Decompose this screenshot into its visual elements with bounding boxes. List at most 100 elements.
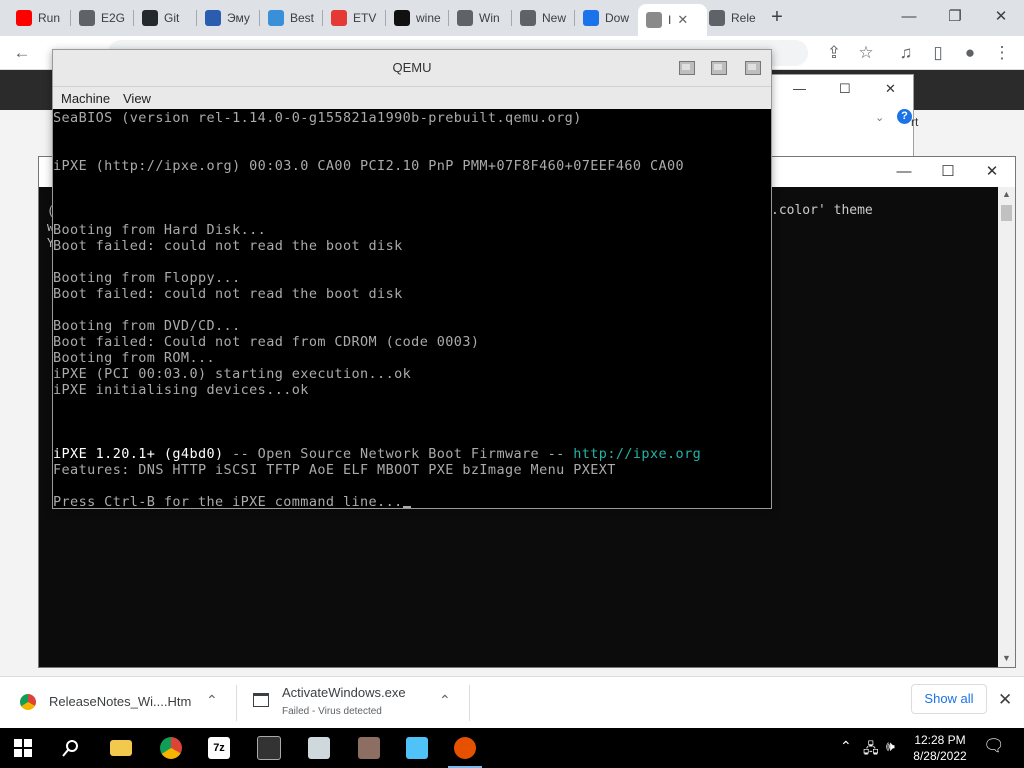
qemu-window[interactable]: QEMU Machine View SeaBIOS (version rel-1… <box>52 49 772 509</box>
browser-menu-icon[interactable]: ⋮ <box>990 41 1014 65</box>
chevron-down-icon[interactable]: ⌄ <box>875 111 884 124</box>
console-line: Boot failed: could not read the boot dis… <box>53 238 403 254</box>
profile-icon[interactable]: ● <box>958 41 982 65</box>
tab-separator <box>133 10 134 26</box>
browser-minimize-button[interactable]: — <box>886 4 932 30</box>
browser-tab[interactable]: I ✕ <box>638 4 707 36</box>
tab-label: Run <box>38 11 61 25</box>
qemu-menubar: Machine View <box>53 87 771 109</box>
download-icon <box>583 10 599 26</box>
ipxe-banner: iPXE 1.20.1+ (g4bd0) -- Open Source Netw… <box>53 446 701 462</box>
download-item[interactable]: ReleaseNotes_Wi....Htm ⌃ <box>0 677 236 729</box>
console-line: iPXE (PCI 00:03.0) starting execution...… <box>53 366 412 382</box>
tab-label: wine <box>416 11 441 25</box>
console-line: iPXE initialising devices...ok <box>53 382 309 398</box>
browser-tab[interactable]: Git <box>134 4 203 32</box>
show-all-button[interactable]: Show all <box>911 684 987 714</box>
scroll-up-icon[interactable]: ▲ <box>998 189 1015 199</box>
tab-label: Эму <box>227 11 250 25</box>
network-status-icon[interactable]: 🖧 <box>863 738 879 762</box>
terminal-minimize-button[interactable]: — <box>881 159 927 185</box>
scroll-down-icon[interactable]: ▼ <box>998 653 1015 663</box>
browser-tab[interactable]: Best <box>260 4 329 32</box>
tab-separator <box>385 10 386 26</box>
download-filename: ActivateWindows.exe <box>282 685 406 700</box>
chrome-icon <box>20 694 36 710</box>
browser-tab[interactable]: E2G <box>71 4 140 32</box>
volume-icon[interactable]: 🕪 <box>886 738 895 755</box>
chrome-icon[interactable] <box>148 728 194 768</box>
chrome-icon <box>709 10 725 26</box>
browser-restore-button[interactable]: ❐ <box>932 4 978 30</box>
file-explorer-icon[interactable] <box>98 728 144 768</box>
browser-tab[interactable]: Run <box>8 4 77 32</box>
console-line: Boot failed: could not read the boot dis… <box>53 286 403 302</box>
notification-icon[interactable]: 🗨 <box>983 736 1005 756</box>
qemu-minimize-button[interactable] <box>679 61 695 75</box>
background-dialog-window[interactable]: — ☐ ✕ ⌄ ? rt <box>770 74 918 160</box>
browser-tab[interactable]: Win <box>449 4 518 32</box>
chrome-icon <box>79 10 95 26</box>
tab-separator <box>196 10 197 26</box>
menu-machine[interactable]: Machine <box>61 91 110 106</box>
tab-label: ETV <box>353 11 377 25</box>
app-icon[interactable] <box>296 728 342 768</box>
help-icon[interactable]: ? <box>897 109 912 124</box>
terminal-maximize-button[interactable]: ☐ <box>925 159 971 185</box>
taskbar-clock[interactable]: 12:28 PM 8/28/2022 <box>900 732 980 764</box>
network-icon[interactable] <box>346 728 392 768</box>
terminal-icon[interactable] <box>246 728 292 768</box>
chevron-up-icon[interactable]: ⌃ <box>439 692 451 709</box>
ipxe-version: iPXE 1.20.1+ (g4bd0) <box>53 446 224 462</box>
clock-date: 8/28/2022 <box>913 749 967 763</box>
chevron-up-icon[interactable]: ⌃ <box>206 692 218 709</box>
browser-tab[interactable]: New <box>512 4 581 32</box>
share-icon[interactable]: ⇪ <box>822 41 846 65</box>
qemu-maximize-button[interactable] <box>711 61 727 75</box>
bookmark-star-icon[interactable]: ☆ <box>854 41 878 65</box>
tab-separator <box>322 10 323 26</box>
browser-tab[interactable]: wine <box>386 4 455 32</box>
etv-icon <box>331 10 347 26</box>
youtube-icon <box>16 10 32 26</box>
tab-separator <box>259 10 260 26</box>
7zip-icon[interactable]: 7z <box>196 728 242 768</box>
dialog-minimize-button[interactable]: — <box>793 81 806 96</box>
browser-close-button[interactable]: ✕ <box>978 4 1024 30</box>
monitor-icon[interactable] <box>394 728 440 768</box>
windows-start-icon[interactable] <box>0 728 46 768</box>
media-control-icon[interactable]: ♫ <box>894 41 918 65</box>
browser-tab[interactable]: Эму <box>197 4 266 32</box>
tab-label: I <box>668 13 672 27</box>
new-tab-button[interactable]: + <box>754 4 800 30</box>
download-item[interactable]: ActivateWindows.exe Failed - Virus detec… <box>237 677 469 729</box>
chrome-icon <box>457 10 473 26</box>
qemu-icon[interactable] <box>442 728 488 768</box>
tab-separator <box>448 10 449 26</box>
console-line: Boot failed: Could not read from CDROM (… <box>53 334 480 350</box>
dialog-maximize-button[interactable]: ☐ <box>839 81 851 97</box>
qemu-titlebar[interactable]: QEMU <box>53 50 771 87</box>
close-shelf-icon[interactable]: ✕ <box>998 690 1012 710</box>
dialog-close-button[interactable]: ✕ <box>885 81 896 97</box>
terminal-scrollbar[interactable]: ▲ ▼ <box>998 187 1015 667</box>
download-filename: ReleaseNotes_Wi....Htm <box>49 694 192 709</box>
browser-tab[interactable]: Dow <box>575 4 644 32</box>
back-icon[interactable]: ← <box>10 41 34 65</box>
close-tab-icon[interactable]: ✕ <box>677 12 688 28</box>
text-cursor <box>402 506 411 508</box>
browser-tab[interactable]: ETV <box>323 4 392 32</box>
scrollbar-thumb[interactable] <box>1001 205 1012 221</box>
ipxe-url: http://ipxe.org <box>573 446 702 462</box>
qemu-vga-screen[interactable]: SeaBIOS (version rel-1.14.0-0-g155821a19… <box>53 109 771 508</box>
tab-label: Best <box>290 11 315 25</box>
menu-view[interactable]: View <box>123 91 151 106</box>
ipxe-features: Features: DNS HTTP iSCSI TFTP AoE ELF MB… <box>53 462 616 478</box>
console-line: Booting from DVD/CD... <box>53 318 241 334</box>
side-panel-icon[interactable]: ▯ <box>926 41 950 65</box>
chevron-up-icon[interactable]: ⌃ <box>840 738 852 755</box>
tab-separator <box>511 10 512 26</box>
terminal-close-button[interactable]: ✕ <box>969 159 1015 185</box>
search-icon[interactable] <box>48 728 94 768</box>
qemu-close-button[interactable] <box>745 61 761 75</box>
